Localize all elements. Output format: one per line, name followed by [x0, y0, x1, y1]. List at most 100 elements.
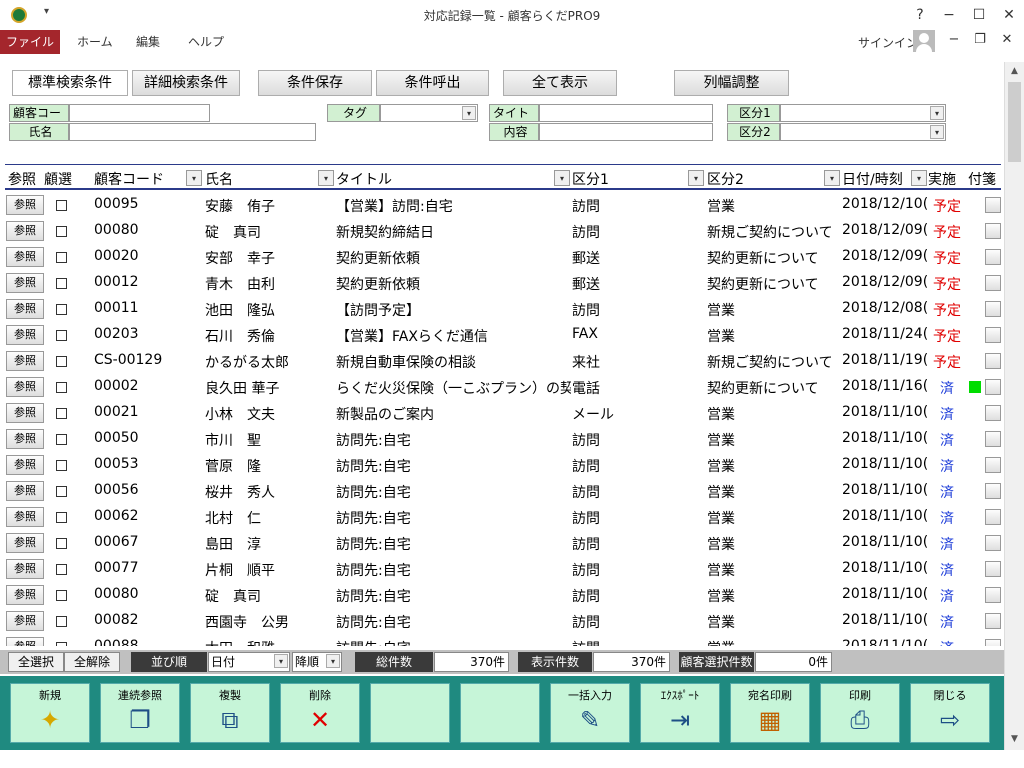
select-checkbox[interactable] — [56, 564, 67, 575]
table-row[interactable]: 参照 00082 西園寺 公男 訪問先:自宅 訪問 営業 2018/11/10(済 — [5, 608, 1001, 634]
select-checkbox[interactable] — [56, 434, 67, 445]
detail-search-tab[interactable]: 詳細検索条件 — [132, 70, 240, 96]
continuous-ref-button[interactable]: 連続参照 ❐ — [100, 683, 180, 743]
signin-link[interactable]: サインイン — [858, 34, 918, 51]
col-name[interactable]: 氏名 — [205, 169, 233, 189]
sticky-note-button[interactable] — [985, 561, 1001, 577]
close-window-button[interactable]: 閉じる ⇨ — [910, 683, 990, 743]
sticky-note-button[interactable] — [985, 353, 1001, 369]
menu-home[interactable]: ホーム — [77, 30, 113, 54]
save-condition-button[interactable]: 条件保存 — [258, 70, 372, 96]
ref-button[interactable]: 参照 — [6, 611, 44, 631]
table-row[interactable]: 参照 00088 太田 和雅訪問先:自宅訪問営業2018/11/10(済 — [5, 634, 1001, 646]
ref-button[interactable]: 参照 — [6, 585, 44, 605]
select-checkbox[interactable] — [56, 226, 67, 237]
select-checkbox[interactable] — [56, 590, 67, 601]
ref-button[interactable]: 参照 — [6, 455, 44, 475]
chevron-down-icon[interactable]: ▾ — [186, 170, 202, 186]
select-checkbox[interactable] — [56, 538, 67, 549]
sticky-note-button[interactable] — [985, 613, 1001, 629]
ref-button[interactable]: 参照 — [6, 507, 44, 527]
table-row[interactable]: 参照 00011 池田 隆弘 【訪問予定】 訪問 営業 2018/12/08(予定 — [5, 296, 1001, 322]
sticky-note-button[interactable] — [985, 327, 1001, 343]
table-row[interactable]: 参照 00080 碇 真司 訪問先:自宅 訪問 営業 2018/11/10(済 — [5, 582, 1001, 608]
sticky-note-button[interactable] — [985, 587, 1001, 603]
sticky-note-button[interactable] — [985, 249, 1001, 265]
ref-button[interactable]: 参照 — [6, 351, 44, 371]
col-category1[interactable]: 区分1 — [572, 169, 609, 189]
scroll-thumb[interactable] — [1008, 82, 1021, 162]
table-row[interactable]: 参照 00053 菅原 隆 訪問先:自宅 訪問 営業 2018/11/10(済 — [5, 452, 1001, 478]
table-row[interactable]: 参照 00021 小林 文夫 新製品のご案内 メール 営業 2018/11/10(済 — [5, 400, 1001, 426]
ref-button[interactable]: 参照 — [6, 247, 44, 267]
sticky-note-button[interactable] — [985, 431, 1001, 447]
sticky-note-button[interactable] — [985, 379, 1001, 395]
select-checkbox[interactable] — [56, 512, 67, 523]
table-row[interactable]: 参照 CS-00129 かるがる太郎 新規自動車保険の相談 来社 新規ご契約について 201… — [5, 348, 1001, 374]
chevron-down-icon[interactable]: ▾ — [911, 170, 927, 186]
select-checkbox[interactable] — [56, 304, 67, 315]
select-checkbox[interactable] — [56, 200, 67, 211]
sticky-note-button[interactable] — [985, 509, 1001, 525]
ref-button[interactable]: 参照 — [6, 273, 44, 293]
deselect-all-button[interactable]: 全解除 — [64, 652, 120, 672]
delete-button[interactable]: 削除 ✕ — [280, 683, 360, 743]
sub-minimize-button[interactable]: − — [943, 32, 965, 52]
chevron-down-icon[interactable]: ▾ — [318, 170, 334, 186]
table-row[interactable]: 参照 00056 桜井 秀人 訪問先:自宅 訪問 営業 2018/11/10(済 — [5, 478, 1001, 504]
ref-button[interactable]: 参照 — [6, 533, 44, 553]
sticky-note-button[interactable] — [985, 275, 1001, 291]
tag-select[interactable]: ▾ — [380, 104, 478, 122]
select-checkbox[interactable] — [56, 486, 67, 497]
chevron-down-icon[interactable]: ▾ — [824, 170, 840, 186]
select-checkbox[interactable] — [56, 356, 67, 367]
table-row[interactable]: 参照 00067 島田 淳 訪問先:自宅 訪問 営業 2018/11/10(済 — [5, 530, 1001, 556]
help-icon[interactable]: ? — [905, 3, 935, 27]
sticky-note-button[interactable] — [985, 535, 1001, 551]
minimize-button[interactable]: − — [934, 3, 964, 27]
ref-button[interactable]: 参照 — [6, 403, 44, 423]
ref-button[interactable]: 参照 — [6, 637, 44, 646]
table-row[interactable]: 参照 00002 良久田 華子 らくだ火災保険（一こぶプラン）の契約 電話 契約更新につい… — [5, 374, 1001, 400]
ref-button[interactable]: 参照 — [6, 221, 44, 241]
col-category2[interactable]: 区分2 — [707, 169, 744, 189]
ref-button[interactable]: 参照 — [6, 299, 44, 319]
col-date[interactable]: 日付/時刻 — [842, 169, 912, 189]
sort-order-select[interactable]: 降順 ▾ — [292, 652, 342, 672]
name-input[interactable] — [69, 123, 316, 141]
select-checkbox[interactable] — [56, 616, 67, 627]
sticky-note-button[interactable] — [985, 639, 1001, 646]
chevron-down-icon[interactable]: ▾ — [688, 170, 704, 186]
menu-help[interactable]: ヘルプ — [188, 30, 224, 54]
ref-button[interactable]: 参照 — [6, 195, 44, 215]
sticky-note-button[interactable] — [985, 223, 1001, 239]
col-code[interactable]: 顧客コード — [94, 169, 164, 189]
chevron-down-icon[interactable]: ▾ — [554, 170, 570, 186]
menu-file[interactable]: ファイル — [0, 30, 60, 54]
table-row[interactable]: 参照 00020 安部 幸子 契約更新依頼 郵送 契約更新について 2018/12/09(予… — [5, 244, 1001, 270]
table-row[interactable]: 参照 00080 碇 真司 新規契約締結日 訪問 新規ご契約について 2018/12/09(… — [5, 218, 1001, 244]
bulk-input-button[interactable]: 一括入力 ✎ — [550, 683, 630, 743]
print-button[interactable]: 印刷 ⎙ — [820, 683, 900, 743]
table-row[interactable]: 参照 00062 北村 仁 訪問先:自宅 訪問 営業 2018/11/10(済 — [5, 504, 1001, 530]
new-button[interactable]: 新規 ✦ — [10, 683, 90, 743]
load-condition-button[interactable]: 条件呼出 — [376, 70, 489, 96]
table-row[interactable]: 参照 00095 安藤 侑子 【営業】訪問:自宅 訪問 営業 2018/12/10(予定 — [5, 192, 1001, 218]
show-all-button[interactable]: 全て表示 — [503, 70, 617, 96]
select-all-button[interactable]: 全選択 — [8, 652, 64, 672]
close-button[interactable]: ✕ — [994, 3, 1024, 27]
scroll-down-icon[interactable]: ▼ — [1005, 730, 1024, 748]
sticky-note-button[interactable] — [985, 197, 1001, 213]
standard-search-tab[interactable]: 標準検索条件 — [12, 70, 128, 96]
select-checkbox[interactable] — [56, 278, 67, 289]
customer-code-input[interactable] — [69, 104, 210, 122]
sticky-note-button[interactable] — [985, 483, 1001, 499]
sticky-note-button[interactable] — [985, 405, 1001, 421]
table-row[interactable]: 参照 00203 石川 秀倫 【営業】FAXらくだ通信 FAX 営業 2018/11/24(… — [5, 322, 1001, 348]
ref-button[interactable]: 参照 — [6, 559, 44, 579]
ref-button[interactable]: 参照 — [6, 377, 44, 397]
select-checkbox[interactable] — [56, 408, 67, 419]
select-checkbox[interactable] — [56, 460, 67, 471]
table-row[interactable]: 参照 00012 青木 由利 契約更新依頼 郵送 契約更新について 2018/12/09(予… — [5, 270, 1001, 296]
copy-button[interactable]: 複製 ⧉ — [190, 683, 270, 743]
